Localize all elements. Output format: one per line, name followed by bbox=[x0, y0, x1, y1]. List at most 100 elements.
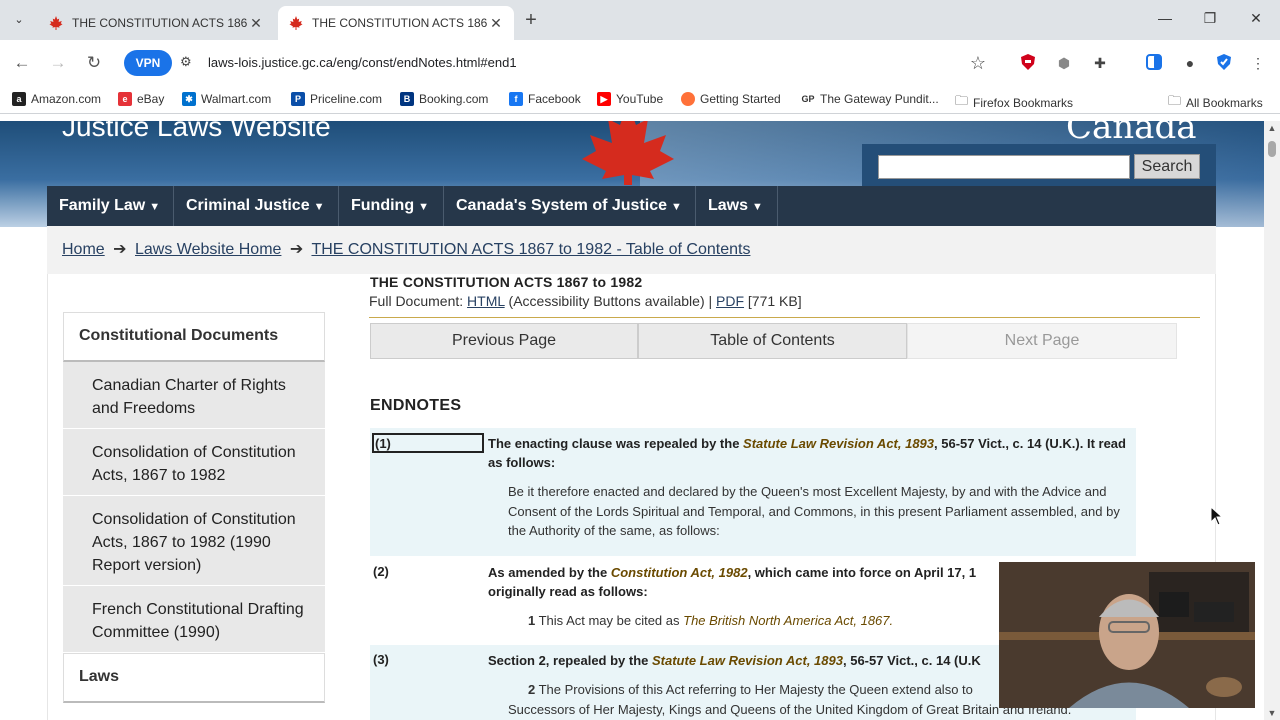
folder-icon: 🗀 bbox=[1168, 93, 1182, 108]
site-settings-icon[interactable]: ⚙ bbox=[180, 54, 192, 70]
browser-toolbar: ← → ↻ VPN ⚙ laws-lois.justice.gc.ca/eng/… bbox=[0, 40, 1280, 86]
html-link[interactable]: HTML bbox=[467, 293, 505, 309]
sidebar-item-consolidation-1990[interactable]: Consolidation of Constitution Acts, 1867… bbox=[63, 496, 325, 586]
ebay-icon: e bbox=[118, 92, 132, 106]
endnotes-heading: ENDNOTES bbox=[370, 397, 462, 414]
scroll-up-icon[interactable]: ▲ bbox=[1264, 123, 1280, 133]
chevron-down-icon: ▼ bbox=[418, 201, 429, 213]
statute-title: Statute Law Revision Act, 1893 bbox=[743, 436, 935, 451]
left-sidebar: Constitutional Documents Canadian Charte… bbox=[63, 312, 325, 720]
endnote-anchor-1[interactable]: (1) bbox=[372, 433, 484, 453]
shield-extension-icon[interactable] bbox=[1018, 53, 1038, 73]
webcam-overlay bbox=[999, 562, 1255, 708]
breadcrumb-toc[interactable]: THE CONSTITUTION ACTS 1867 to 1982 - Tab… bbox=[311, 241, 750, 258]
sidebar-item-charter[interactable]: Canadian Charter of Rights and Freedoms bbox=[63, 362, 325, 429]
facebook-icon: f bbox=[509, 92, 523, 106]
tab-title: THE CONSTITUTION ACTS 1867 to 1982 bbox=[72, 16, 248, 30]
sidebar-panel-icon[interactable] bbox=[1144, 53, 1164, 73]
tab-search-chevron-icon[interactable]: ⌄ bbox=[8, 9, 30, 31]
breadcrumb-laws-home[interactable]: Laws Website Home bbox=[135, 241, 281, 258]
scroll-thumb[interactable] bbox=[1268, 141, 1276, 157]
menu-canadas-system-of-justice[interactable]: Canada's System of Justice ▼ bbox=[444, 186, 696, 226]
bookmark-amazon[interactable]: a Amazon.com bbox=[12, 92, 101, 106]
bookmark-star-icon[interactable]: ☆ bbox=[968, 53, 988, 73]
bookmark-firefox-folder[interactable]: 🗀 Firefox Bookmarks bbox=[955, 92, 1073, 114]
menu-family-law[interactable]: Family Law ▼ bbox=[47, 186, 174, 226]
maple-leaf-icon bbox=[582, 121, 674, 185]
search-button[interactable]: Search bbox=[1134, 154, 1200, 179]
endnote-anchor-2[interactable]: (2) bbox=[373, 564, 389, 579]
bookmark-getting-started[interactable]: Getting Started bbox=[681, 92, 781, 106]
maple-leaf-icon bbox=[289, 16, 303, 30]
search-input[interactable] bbox=[878, 155, 1130, 179]
bookmark-ebay[interactable]: e eBay bbox=[118, 92, 164, 106]
divider bbox=[369, 317, 1200, 318]
menu-laws[interactable]: Laws ▼ bbox=[696, 186, 778, 226]
tab-close-icon[interactable]: ✕ bbox=[488, 15, 504, 32]
webcam-image bbox=[999, 562, 1255, 708]
chevron-down-icon: ▼ bbox=[752, 201, 763, 213]
new-tab-button[interactable]: + bbox=[520, 9, 542, 32]
full-document-line: Full Document: HTML (Accessibility Butto… bbox=[369, 293, 802, 309]
scroll-down-icon[interactable]: ▼ bbox=[1264, 708, 1280, 718]
sidebar-item-french-drafting[interactable]: French Constitutional Drafting Committee… bbox=[63, 586, 325, 653]
bookmark-youtube[interactable]: ▶ YouTube bbox=[597, 92, 663, 106]
chevron-down-icon: ▼ bbox=[671, 201, 682, 213]
reload-icon[interactable]: ↻ bbox=[83, 52, 105, 74]
sidebar-laws-heading[interactable]: Laws bbox=[63, 653, 325, 703]
firefox-icon bbox=[681, 92, 695, 106]
arrow-right-icon: ➔ bbox=[289, 241, 304, 258]
close-window-icon[interactable]: ✕ bbox=[1246, 10, 1266, 27]
statute-title: Constitution Act, 1982 bbox=[610, 565, 748, 580]
page-scrollbar[interactable]: ▲ ▼ bbox=[1264, 121, 1280, 720]
restore-icon[interactable]: ❐ bbox=[1200, 10, 1220, 27]
quoted-text: Be it therefore enacted and declared by … bbox=[508, 484, 1120, 538]
bookmark-booking[interactable]: B Booking.com bbox=[400, 92, 488, 106]
youtube-icon: ▶ bbox=[597, 92, 611, 106]
site-title[interactable]: Justice Laws Website bbox=[62, 121, 331, 143]
bookmark-all-folder[interactable]: 🗀 All Bookmarks bbox=[1168, 92, 1263, 114]
menu-kebab-icon[interactable]: ⋮ bbox=[1248, 53, 1268, 73]
menu-funding[interactable]: Funding ▼ bbox=[339, 186, 444, 226]
forward-icon[interactable]: → bbox=[47, 52, 69, 74]
document-title: THE CONSTITUTION ACTS 1867 to 1982 bbox=[370, 274, 643, 290]
minimize-icon[interactable]: — bbox=[1155, 10, 1175, 26]
pdf-link[interactable]: PDF bbox=[716, 293, 744, 309]
security-extension-icon[interactable] bbox=[1214, 53, 1234, 73]
tab-title: THE CONSTITUTION ACTS 1867 to 1982 bbox=[312, 16, 488, 30]
previous-page-button[interactable]: Previous Page bbox=[370, 323, 638, 359]
tab-constitution-1[interactable]: THE CONSTITUTION ACTS 1867 to 1982 ✕ bbox=[38, 6, 274, 40]
sidebar-item-consolidation[interactable]: Consolidation of Constitution Acts, 1867… bbox=[63, 429, 325, 496]
bookmark-facebook[interactable]: f Facebook bbox=[509, 92, 581, 106]
extension-gear-icon[interactable]: ⬢ bbox=[1054, 53, 1074, 73]
table-of-contents-button[interactable]: Table of Contents bbox=[638, 323, 907, 359]
breadcrumb-home[interactable]: Home bbox=[62, 241, 105, 258]
extensions-puzzle-icon[interactable]: ✚ bbox=[1090, 53, 1110, 73]
endnote-anchor-3[interactable]: (3) bbox=[373, 652, 389, 667]
bookmark-walmart[interactable]: ✱ Walmart.com bbox=[182, 92, 271, 106]
bookmark-priceline[interactable]: P Priceline.com bbox=[291, 92, 382, 106]
profile-icon[interactable]: ● bbox=[1180, 53, 1200, 73]
chevron-down-icon: ▼ bbox=[313, 201, 325, 213]
amazon-icon: a bbox=[12, 92, 26, 106]
mouse-cursor-icon bbox=[1210, 506, 1224, 526]
gp-icon: GP bbox=[801, 92, 815, 106]
breadcrumb: Home ➔ Laws Website Home ➔ THE CONSTITUT… bbox=[47, 226, 1216, 274]
tab-close-icon[interactable]: ✕ bbox=[248, 15, 264, 32]
tab-constitution-2[interactable]: THE CONSTITUTION ACTS 1867 to 1982 ✕ bbox=[278, 6, 514, 40]
arrow-right-icon: ➔ bbox=[113, 241, 127, 258]
next-page-button: Next Page bbox=[907, 323, 1177, 359]
menu-criminal-justice[interactable]: Criminal Justice ▼ bbox=[174, 186, 339, 226]
bookmarks-bar: a Amazon.com e eBay ✱ Walmart.com P Pric… bbox=[0, 86, 1280, 114]
statute-title: Statute Law Revision Act, 1893 bbox=[652, 653, 843, 668]
sidebar-heading: Constitutional Documents bbox=[63, 312, 325, 362]
walmart-icon: ✱ bbox=[182, 92, 196, 106]
address-bar[interactable]: laws-lois.justice.gc.ca/eng/const/endNot… bbox=[208, 55, 517, 70]
vpn-badge[interactable]: VPN bbox=[124, 50, 172, 76]
chevron-down-icon: ▼ bbox=[149, 201, 161, 213]
folder-icon: 🗀 bbox=[955, 93, 969, 108]
bookmark-gateway-pundit[interactable]: GP The Gateway Pundit... bbox=[801, 92, 939, 106]
tab-bar: ⌄ THE CONSTITUTION ACTS 1867 to 1982 ✕ T… bbox=[0, 0, 1280, 40]
back-icon[interactable]: ← bbox=[11, 52, 33, 74]
booking-icon: B bbox=[400, 92, 414, 106]
